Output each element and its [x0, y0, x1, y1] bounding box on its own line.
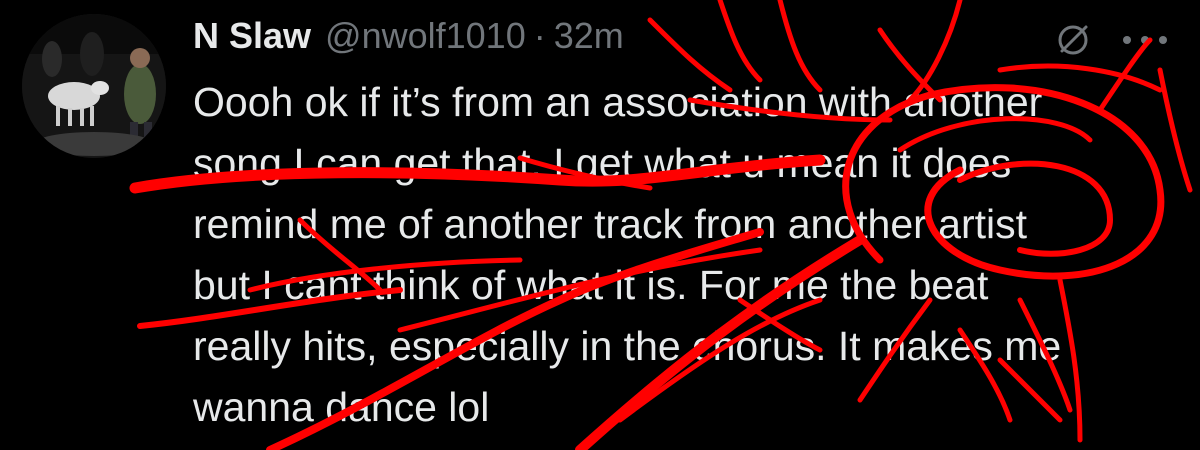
- tweet[interactable]: N Slaw @nwolf1010 · 32m Oooh ok if it’s …: [0, 0, 1200, 450]
- tweet-content: N Slaw @nwolf1010 · 32m Oooh ok if it’s …: [193, 8, 1183, 438]
- more-options-icon[interactable]: [1113, 22, 1177, 58]
- user-handle[interactable]: @nwolf1010: [325, 8, 526, 64]
- separator-dot: ·: [533, 15, 546, 56]
- timestamp[interactable]: 32m: [554, 8, 624, 64]
- grok-icon[interactable]: [1053, 20, 1093, 60]
- tweet-text: Oooh ok if it’s from an association with…: [193, 79, 1062, 430]
- tweet-header: N Slaw @nwolf1010 · 32m: [193, 8, 1183, 64]
- avatar[interactable]: [22, 14, 166, 158]
- display-name[interactable]: N Slaw: [193, 8, 311, 64]
